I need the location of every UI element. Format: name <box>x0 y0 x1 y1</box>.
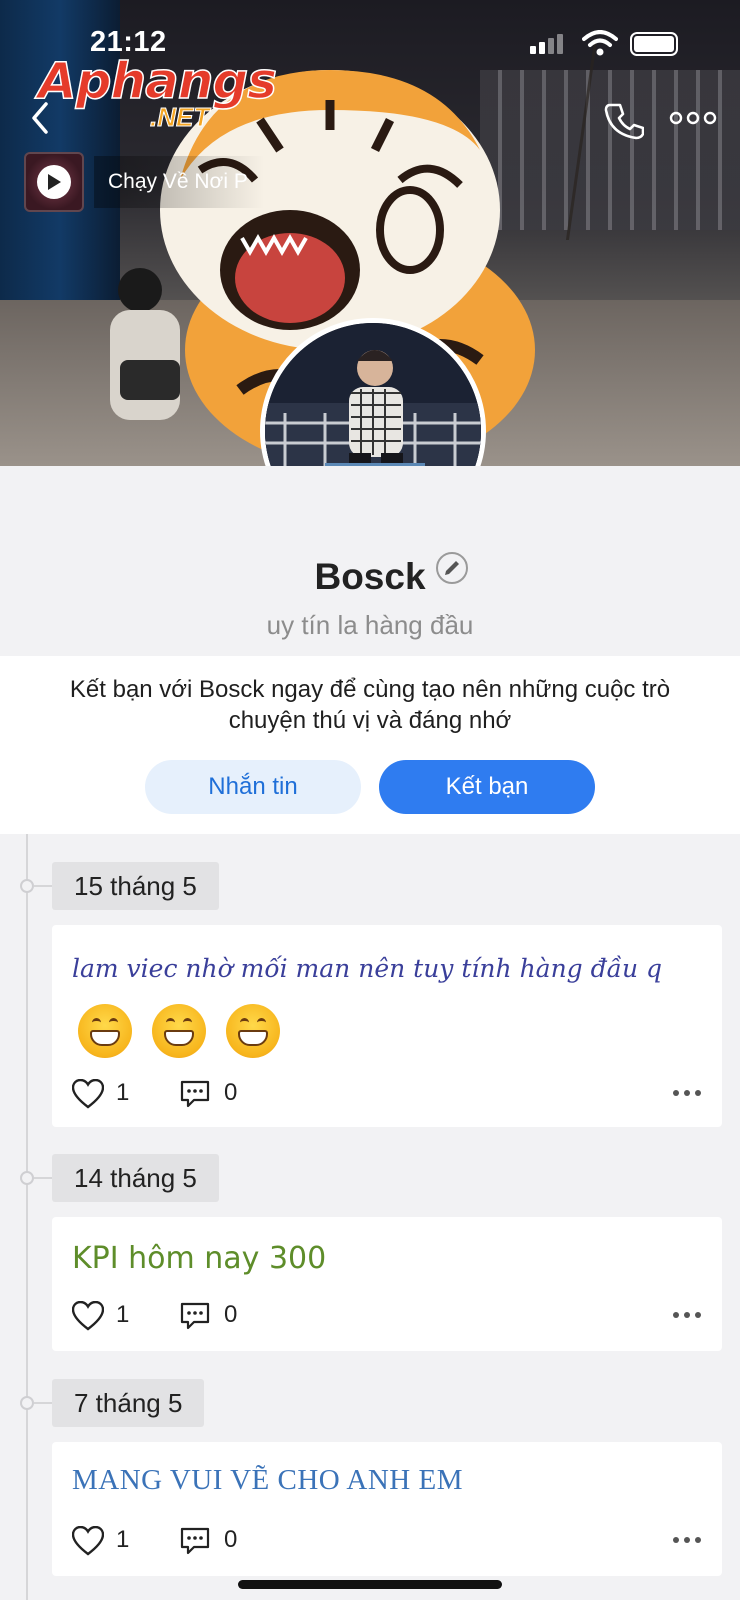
profile-header: Bosck uy tín la hàng đầu <box>0 466 740 656</box>
edit-name-icon[interactable] <box>436 552 468 584</box>
post-text: MANG VUI VẼ CHO ANH EM <box>72 1464 463 1496</box>
post-card[interactable]: lam viec nhờ mối man nên tuy tính hàng đ… <box>52 925 722 1127</box>
grinning-emoji-icon <box>225 1003 280 1058</box>
phone-call-icon[interactable] <box>604 100 644 140</box>
heart-icon[interactable] <box>72 1526 104 1556</box>
heart-icon[interactable] <box>72 1301 104 1331</box>
post-card[interactable]: KPI hôm nay 300 1 0 <box>52 1217 722 1351</box>
date-chip: 14 tháng 5 <box>52 1154 219 1202</box>
add-friend-prompt: Kết bạn với Bosck ngay để cùng tạo nên n… <box>69 676 671 734</box>
cellular-signal-icon <box>530 34 563 54</box>
play-icon[interactable] <box>37 165 71 199</box>
like-count: 1 <box>116 1526 130 1553</box>
comment-count: 0 <box>224 1526 238 1553</box>
back-arrow-icon[interactable] <box>26 100 56 136</box>
heart-icon[interactable] <box>72 1079 104 1109</box>
comment-icon[interactable] <box>180 1079 210 1109</box>
music-disc[interactable] <box>24 152 84 212</box>
more-options-icon[interactable] <box>668 108 718 128</box>
post-actions: 1 0 <box>72 1524 702 1558</box>
profile-music-widget[interactable]: Chạy Về Nơi P <box>24 152 264 212</box>
watermark-logo: Aphangs .NET <box>37 52 277 132</box>
like-count: 1 <box>116 1301 130 1328</box>
post-text: KPI hôm nay 300 <box>72 1241 327 1276</box>
like-count: 1 <box>116 1079 130 1106</box>
post-card[interactable]: MANG VUI VẼ CHO ANH EM 1 0 <box>52 1442 722 1576</box>
date-chip: 15 tháng 5 <box>52 862 219 910</box>
message-button[interactable]: Nhắn tin <box>145 760 361 814</box>
battery-icon <box>630 32 678 56</box>
date-chip: 7 tháng 5 <box>52 1379 205 1427</box>
wifi-icon <box>582 30 618 56</box>
music-title: Chạy Về Nơi P <box>94 156 264 208</box>
passerby-figure <box>110 268 180 420</box>
grinning-emoji-icon <box>78 1003 132 1058</box>
post-actions: 1 0 <box>72 1077 702 1111</box>
add-friend-button[interactable]: Kết bạn <box>379 760 595 814</box>
post-more-icon[interactable] <box>672 1536 702 1544</box>
add-friend-card: Kết bạn với Bosck ngay để cùng tạo nên n… <box>0 656 740 834</box>
profile-name: Bosck <box>314 556 426 597</box>
timeline-dot <box>20 879 34 893</box>
post-more-icon[interactable] <box>672 1311 702 1319</box>
home-indicator[interactable] <box>238 1580 502 1589</box>
profile-bio: uy tín la hàng đầu <box>266 610 474 640</box>
comment-icon[interactable] <box>180 1301 210 1331</box>
post-text: lam viec nhờ mối man nên tuy tính hàng đ… <box>72 939 672 1059</box>
post-more-icon[interactable] <box>672 1089 702 1097</box>
timeline-dot <box>20 1396 34 1410</box>
comment-count: 0 <box>224 1079 238 1106</box>
grinning-emoji-icon <box>151 1003 206 1058</box>
comment-icon[interactable] <box>180 1526 210 1556</box>
timeline-dot <box>20 1171 34 1185</box>
timeline-line <box>26 834 28 1600</box>
post-actions: 1 0 <box>72 1299 702 1333</box>
comment-count: 0 <box>224 1301 238 1328</box>
